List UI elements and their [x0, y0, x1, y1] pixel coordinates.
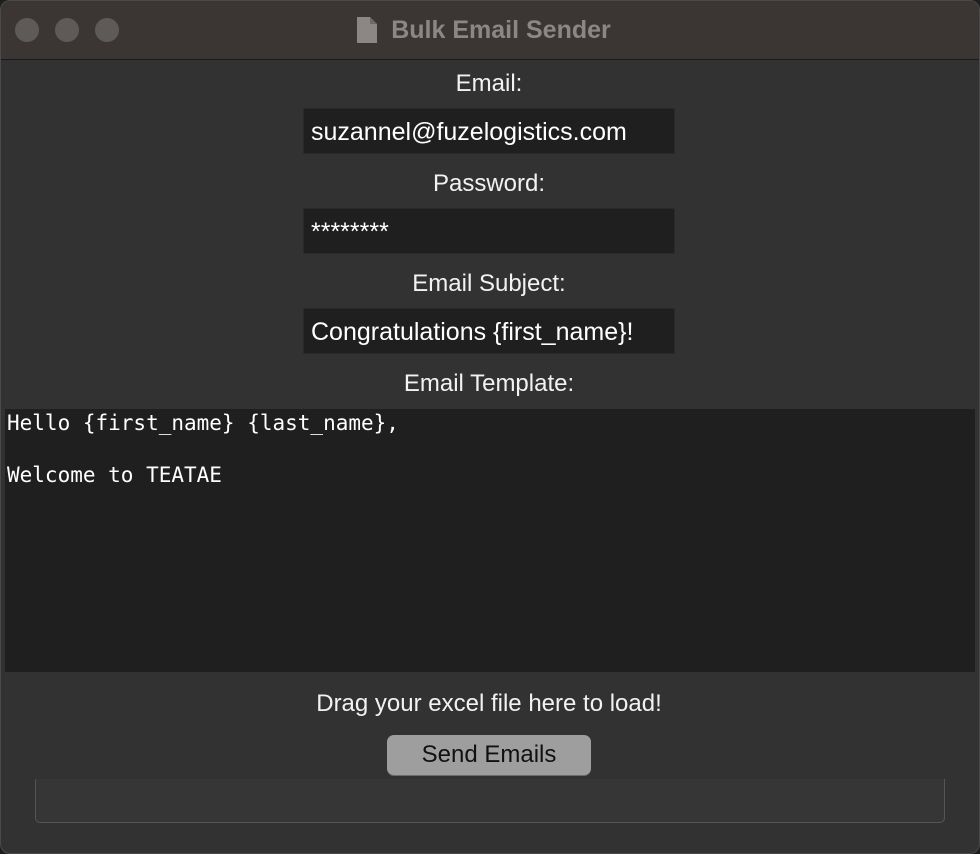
template-label: Email Template:	[403, 370, 575, 397]
status-log-box	[35, 779, 945, 823]
subject-label: Email Subject:	[412, 270, 566, 297]
document-icon	[357, 17, 378, 43]
email-field[interactable]: suzannel@fuzelogistics.com	[303, 108, 675, 154]
title-group: Bulk Email Sender	[1, 1, 979, 59]
password-label: Password:	[432, 170, 546, 197]
drop-zone-hint: Drag your excel file here to load!	[316, 690, 662, 717]
email-label: Email:	[455, 70, 523, 97]
send-emails-button[interactable]: Send Emails	[387, 735, 591, 775]
password-field[interactable]: ********	[303, 208, 675, 254]
title-bar[interactable]: Bulk Email Sender	[1, 1, 979, 60]
app-window: Bulk Email Sender Email: suzannel@fuzelo…	[0, 0, 980, 854]
subject-field[interactable]: Congratulations {first_name}!	[303, 308, 675, 354]
window-title: Bulk Email Sender	[391, 15, 611, 44]
template-textarea[interactable]: Hello {first_name} {last_name}, Welcome …	[5, 409, 975, 672]
